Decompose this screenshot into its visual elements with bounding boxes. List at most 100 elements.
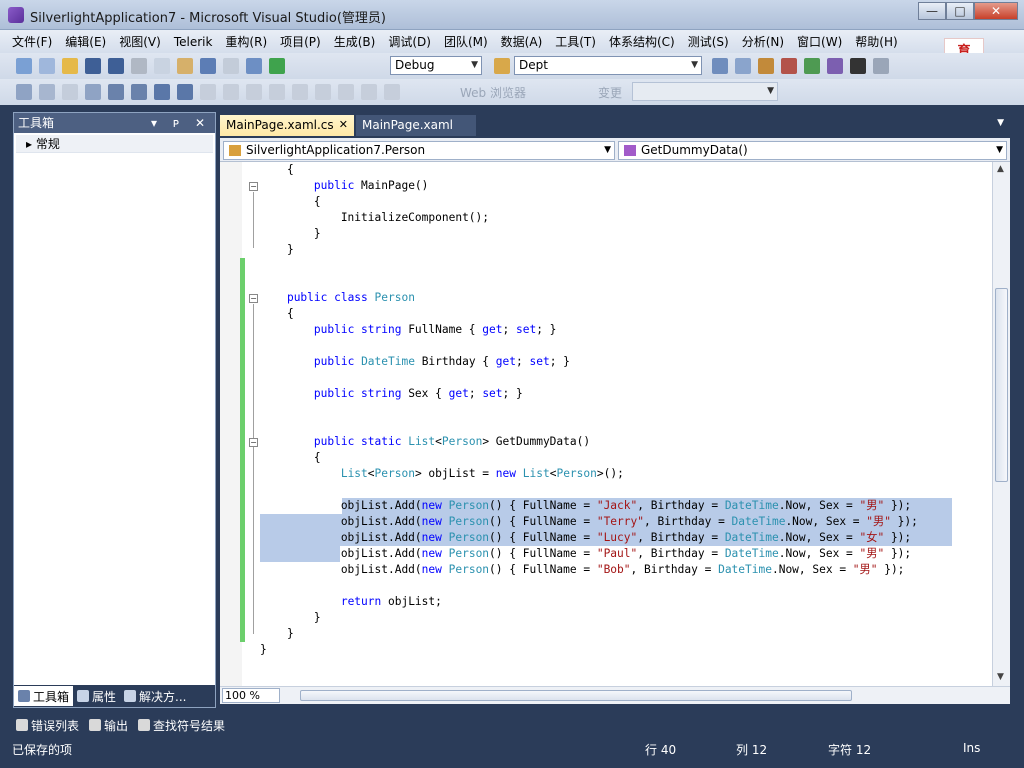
code-line[interactable] — [260, 258, 918, 274]
code-line[interactable]: } — [260, 226, 918, 242]
code-line[interactable]: public static List<Person> GetDummyData(… — [260, 434, 918, 450]
code-line[interactable]: InitializeComponent(); — [260, 210, 918, 226]
start-debug-icon[interactable] — [269, 58, 285, 74]
new-project-icon[interactable] — [16, 58, 32, 74]
code-line[interactable]: objList.Add(new Person() { FullName = "B… — [260, 562, 918, 578]
start-page-icon[interactable] — [804, 58, 820, 74]
bookmark-icon[interactable] — [200, 84, 216, 100]
paste-icon[interactable] — [177, 58, 193, 74]
code-line[interactable]: List<Person> objList = new List<Person>(… — [260, 466, 918, 482]
vertical-scrollbar[interactable]: ▲ ▼ — [992, 162, 1010, 686]
member-selector[interactable]: GetDummyData() ▼ — [618, 141, 1007, 160]
code-line[interactable]: } — [260, 242, 918, 258]
bookmark-prev-icon[interactable] — [223, 84, 239, 100]
toolbox-icon[interactable] — [781, 58, 797, 74]
code-editor[interactable]: − − − { public MainPage() { InitializeCo… — [220, 162, 992, 686]
save-all-icon[interactable] — [108, 58, 124, 74]
list-icon[interactable] — [85, 84, 101, 100]
code-line[interactable]: public DateTime Birthday { get; set; } — [260, 354, 918, 370]
code-line[interactable]: objList.Add(new Person() { FullName = "P… — [260, 546, 918, 562]
code-line[interactable]: objList.Add(new Person() { FullName = "L… — [260, 530, 918, 546]
code-line[interactable]: } — [260, 626, 918, 642]
close-button[interactable]: ✕ — [974, 2, 1018, 20]
cut-icon[interactable] — [131, 58, 147, 74]
menu-team[interactable]: 团队(M) — [444, 33, 488, 50]
code-line[interactable] — [260, 578, 918, 594]
fold-toggle-icon[interactable]: − — [249, 438, 258, 447]
code-line[interactable] — [260, 418, 918, 434]
configuration-select[interactable]: Debug ▼ — [390, 56, 482, 75]
bookmark-clear-icon[interactable] — [269, 84, 285, 100]
properties-icon[interactable] — [735, 58, 751, 74]
align-icon[interactable] — [16, 84, 32, 100]
menu-edit[interactable]: 编辑(E) — [65, 33, 106, 50]
menu-help[interactable]: 帮助(H) — [855, 33, 897, 50]
code-line[interactable]: { — [260, 162, 918, 178]
menu-file[interactable]: 文件(F) — [12, 33, 52, 50]
indent-icon[interactable] — [108, 84, 124, 100]
zoom-select[interactable]: 100 % — [222, 688, 280, 703]
solution-explorer-icon[interactable] — [712, 58, 728, 74]
code-line[interactable]: { — [260, 306, 918, 322]
code-line[interactable]: { — [260, 194, 918, 210]
menu-build[interactable]: 生成(B) — [334, 33, 376, 50]
redo-icon[interactable] — [223, 58, 239, 74]
font-icon[interactable] — [62, 84, 78, 100]
tab-solution-explorer[interactable]: 解决方... — [120, 686, 190, 706]
menu-telerik[interactable]: Telerik — [174, 35, 213, 49]
panel-header-buttons[interactable]: ▾ ᴘ ✕ — [151, 113, 211, 133]
web-browser-label[interactable]: Web 浏览器 — [460, 84, 526, 101]
code-line[interactable]: } — [260, 642, 918, 658]
menu-debug[interactable]: 调试(D) — [388, 33, 431, 50]
tab-output[interactable]: 输出 — [89, 717, 128, 734]
code-line[interactable] — [260, 482, 918, 498]
minimize-button[interactable]: — — [918, 2, 946, 20]
tab-toolbox[interactable]: 工具箱 — [14, 686, 74, 706]
disabled-tool-icon[interactable] — [315, 84, 331, 100]
code-line[interactable]: objList.Add(new Person() { FullName = "T… — [260, 514, 918, 530]
maximize-button[interactable]: □ — [946, 2, 974, 20]
menu-data[interactable]: 数据(A) — [501, 33, 543, 50]
disabled-tool-icon[interactable] — [338, 84, 354, 100]
code-line[interactable]: public string FullName { get; set; } — [260, 322, 918, 338]
menu-architecture[interactable]: 体系结构(C) — [609, 33, 675, 50]
undo-icon[interactable] — [200, 58, 216, 74]
scroll-thumb[interactable] — [995, 288, 1008, 482]
uncomment-icon[interactable] — [177, 84, 193, 100]
menu-project[interactable]: 项目(P) — [280, 33, 321, 50]
find-icon[interactable] — [494, 58, 510, 74]
menu-view[interactable]: 视图(V) — [119, 33, 161, 50]
menu-refactor[interactable]: 重构(R) — [225, 33, 267, 50]
code-line[interactable] — [260, 370, 918, 386]
code-line[interactable] — [260, 402, 918, 418]
horizontal-scroll-thumb[interactable] — [300, 690, 852, 701]
outdent-icon[interactable] — [131, 84, 147, 100]
find-combo[interactable]: Dept ▼ — [514, 56, 702, 75]
extension-icon[interactable] — [827, 58, 843, 74]
save-icon[interactable] — [85, 58, 101, 74]
disabled-tool-icon[interactable] — [384, 84, 400, 100]
tab-list-chevron-icon[interactable]: ▼ — [997, 118, 1004, 128]
disabled-combo[interactable]: ▼ — [632, 82, 778, 101]
code-text[interactable]: { public MainPage() { InitializeComponen… — [260, 162, 918, 658]
code-line[interactable]: public class Person — [260, 290, 918, 306]
close-tab-icon[interactable]: ✕ — [339, 118, 348, 131]
type-selector[interactable]: SilverlightApplication7.Person ▼ — [223, 141, 615, 160]
bookmark-next-icon[interactable] — [246, 84, 262, 100]
tab-properties[interactable]: 属性 — [73, 686, 120, 706]
object-browser-icon[interactable] — [758, 58, 774, 74]
overflow-icon[interactable] — [873, 58, 889, 74]
format-icon[interactable] — [39, 84, 55, 100]
disabled-tool-icon[interactable] — [361, 84, 377, 100]
menu-analyze[interactable]: 分析(N) — [742, 33, 784, 50]
add-item-icon[interactable] — [39, 58, 55, 74]
fold-toggle-icon[interactable]: − — [249, 182, 258, 191]
open-file-icon[interactable] — [62, 58, 78, 74]
tab-error-list[interactable]: 错误列表 — [16, 717, 79, 734]
navigate-icon[interactable] — [246, 58, 262, 74]
code-line[interactable]: } — [260, 610, 918, 626]
code-line[interactable]: objList.Add(new Person() { FullName = "J… — [260, 498, 918, 514]
scroll-up-icon[interactable]: ▲ — [997, 164, 1004, 174]
code-line[interactable]: public MainPage() — [260, 178, 918, 194]
tab-find-symbol-results[interactable]: 查找符号结果 — [138, 717, 225, 734]
